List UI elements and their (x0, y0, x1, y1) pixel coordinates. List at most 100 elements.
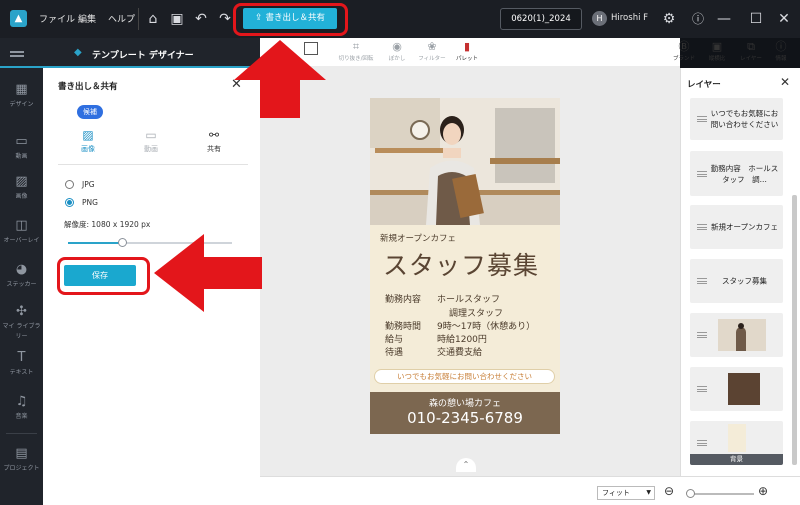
undo-icon[interactable]: ↶ (191, 9, 211, 29)
user-name[interactable]: Hiroshi F (611, 13, 648, 23)
minimize-icon[interactable]: — (714, 9, 734, 29)
project-icon: ▤ (15, 446, 28, 461)
png-radio[interactable] (65, 198, 74, 207)
video-icon: ▭ (15, 134, 28, 149)
maximize-icon[interactable]: ☐ (746, 9, 766, 29)
flyer-row-value: 交通費支給 (437, 348, 483, 358)
flyer-row-key: 勤務時間 (385, 322, 422, 332)
brand-tool[interactable]: Ⓑ ブランド (670, 40, 698, 62)
layers-title: レイヤー (687, 80, 721, 90)
layer-item[interactable] (690, 313, 783, 357)
tab-image[interactable]: ▨ 画像 (68, 128, 108, 154)
palette-tool[interactable]: ▮ パレット (453, 40, 481, 62)
jpg-radio[interactable] (65, 180, 74, 189)
design-icon: ▦ (15, 82, 28, 97)
project-name-field[interactable]: 0620(1)_2024 (500, 8, 582, 30)
gear-icon[interactable]: ⚙ (659, 9, 679, 29)
chevron-down-icon: ▼ (646, 489, 651, 496)
crop-rotate-tool[interactable]: ⌗ 切り抜き/回転 (336, 40, 376, 62)
layer-item[interactable]: スタッフ募集 (690, 259, 783, 303)
tool-label: フィルター (418, 56, 446, 62)
avatar[interactable]: H (592, 11, 607, 26)
flyer-title[interactable]: スタッフ募集 (383, 246, 539, 282)
menu-edit[interactable]: 編集 (78, 12, 96, 25)
blur-icon: ◉ (392, 40, 402, 53)
sidebar-item-project[interactable]: ▤ プロジェクト (0, 446, 43, 474)
tool-label: 情報 (775, 56, 787, 62)
tab-label: 画像 (81, 145, 95, 153)
redo-icon[interactable]: ↷ (215, 9, 235, 29)
drag-handle-icon[interactable] (697, 116, 707, 122)
palette-icon: ▮ (463, 40, 471, 53)
flyer-photo[interactable] (370, 98, 560, 225)
home-icon[interactable]: ⌂ (143, 9, 163, 29)
export-highlight-annotation (233, 3, 348, 36)
designer-title: テンプレート デザイナー (92, 51, 194, 61)
tool-label: 縦横比 (708, 56, 726, 62)
layers-scrollbar[interactable] (792, 195, 797, 465)
layer-item[interactable] (690, 367, 783, 411)
layer-label: いつでもお気軽にお問い合わせください (710, 109, 779, 129)
zoom-out-icon[interactable]: ⊖ (664, 484, 674, 498)
zoom-select[interactable]: フィット ▼ (597, 486, 655, 500)
flyer-phone: 010-2345-6789 (407, 409, 523, 427)
menu-help[interactable]: ヘルプ (108, 12, 135, 25)
sidebar-item-overlay[interactable]: ◫ オーバーレイ (0, 218, 43, 246)
filter-tool[interactable]: ❀ フィルター (416, 40, 448, 62)
layer-item-background[interactable]: 背景 (690, 421, 783, 465)
menu-file[interactable]: ファイル (39, 12, 75, 25)
tab-share[interactable]: ⚯ 共有 (194, 128, 234, 154)
flyer-row-key: 勤務内容 (385, 295, 422, 305)
filter-icon: ❀ (427, 40, 437, 53)
zoom-in-icon[interactable]: ⊕ (758, 484, 768, 498)
save-disk-icon[interactable]: ▣ (167, 9, 187, 29)
layers-tool[interactable]: ⧉ レイヤー (736, 40, 766, 62)
zoom-slider-thumb[interactable] (686, 489, 695, 498)
help-icon[interactable]: ⓘ (688, 9, 708, 29)
sidebar-item-sticker[interactable]: ◕ ステッカー (0, 262, 43, 290)
flyer-row-value: 調理スタッフ (449, 309, 504, 319)
layer-item[interactable]: いつでもお気軽にお問い合わせください (690, 98, 783, 140)
close-icon[interactable]: ✕ (780, 75, 790, 89)
blur-tool[interactable]: ◉ ぼかし (383, 40, 411, 62)
drag-handle-icon[interactable] (697, 170, 707, 177)
sidebar-item-design[interactable]: ▦ デザイン (0, 82, 43, 110)
drag-handle-icon[interactable] (697, 386, 707, 392)
png-label: PNG (82, 198, 98, 207)
chevron-up-icon[interactable]: ⌃ (456, 458, 476, 472)
sidebar-item-label: 音楽 (15, 413, 28, 420)
layer-item[interactable]: 勤務内容 ホールスタッフ 調... (690, 151, 783, 196)
layer-color-thumb (728, 373, 760, 405)
drag-handle-icon[interactable] (697, 224, 707, 230)
collapse-icon[interactable] (10, 51, 24, 53)
sidebar-item-image[interactable]: ▨ 画像 (0, 174, 43, 202)
crop-icon: ⌗ (352, 40, 360, 53)
aspect-ratio-tool[interactable]: ▣ 縦横比 (703, 40, 731, 62)
layer-item[interactable]: 新規オープンカフェ (690, 205, 783, 249)
flyer-shop-name: 森の憩い場カフェ (428, 399, 501, 409)
sidebar-item-music[interactable]: ♫ 音楽 (0, 394, 43, 422)
menu-divider (138, 8, 139, 30)
tool-label: ブランド (672, 56, 695, 62)
jpg-label: JPG (82, 180, 95, 189)
bottom-bar (260, 476, 800, 505)
sidebar-item-library[interactable]: ✣ マイ ライブラリー (0, 304, 43, 342)
flyer-note[interactable]: いつでもお気軽にお問い合わせください (374, 369, 555, 384)
recommended-badge: 候補 (77, 105, 103, 119)
sidebar-item-label: マイ ライブラリー (2, 323, 41, 340)
sidebar-item-text[interactable]: T テキスト (0, 350, 43, 378)
tab-video[interactable]: ▭ 動画 (131, 128, 171, 154)
sidebar-item-video[interactable]: ▭ 動画 (0, 134, 43, 162)
tool-label: レイヤー (740, 56, 762, 62)
layer-label: 新規オープンカフェ (710, 222, 779, 232)
info-tool[interactable]: ⓘ 情報 (768, 40, 794, 62)
drag-handle-icon[interactable] (697, 440, 707, 446)
sidebar-item-label: オーバーレイ (3, 237, 40, 244)
flyer-subtitle[interactable]: 新規オープンカフェ (380, 232, 456, 244)
drag-handle-icon[interactable] (697, 278, 707, 284)
drag-handle-icon[interactable] (697, 332, 707, 338)
flyer-row-key: 給与 (385, 335, 404, 345)
close-window-icon[interactable]: ✕ (774, 9, 794, 29)
zoom-slider[interactable] (688, 493, 754, 495)
save-highlight-annotation (57, 257, 150, 295)
